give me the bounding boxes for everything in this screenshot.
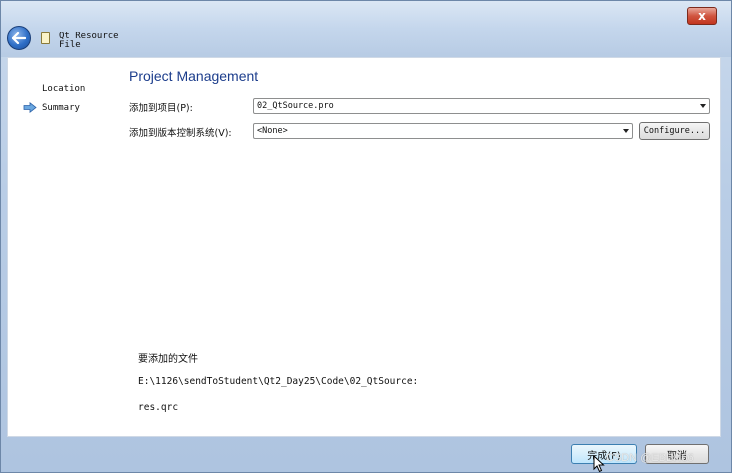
close-button[interactable]: x xyxy=(687,7,717,25)
chevron-down-icon xyxy=(700,104,706,108)
step-location: Location xyxy=(42,84,86,94)
file-list-item: res.qrc xyxy=(138,402,179,413)
configure-button[interactable]: Configure... xyxy=(639,122,710,140)
version-control-select-value: <None> xyxy=(257,126,288,136)
version-control-label: 添加到版本控制系统(V): xyxy=(129,128,232,139)
step-summary: Summary xyxy=(42,103,80,113)
wizard-steps: Location Summary xyxy=(8,58,120,436)
file-icon xyxy=(41,32,50,44)
current-step-arrow-icon xyxy=(23,102,37,113)
mouse-cursor-icon xyxy=(593,455,605,473)
back-arrow-icon xyxy=(12,32,26,44)
add-to-project-label: 添加到项目(P): xyxy=(129,103,193,114)
project-select[interactable]: 02_QtSource.pro xyxy=(253,98,710,114)
files-heading: 要添加的文件 xyxy=(138,354,198,365)
version-control-select[interactable]: <None> xyxy=(253,123,633,139)
page-title: Project Management xyxy=(129,68,259,84)
watermark: CSDN @EBBH66 xyxy=(606,452,694,464)
project-select-value: 02_QtSource.pro xyxy=(257,101,334,111)
wizard-content: Location Summary Project Management 添加到项… xyxy=(7,57,721,437)
chevron-down-icon xyxy=(623,129,629,133)
back-button[interactable] xyxy=(7,26,31,50)
files-path: E:\1126\sendToStudent\Qt2_Day25\Code\02_… xyxy=(138,376,419,387)
wizard-window: x Qt Resource File Location Summary Proj… xyxy=(0,0,732,473)
wizard-footer: 完成(F) 取消 CSDN @EBBH66 xyxy=(1,437,731,473)
title-bar: x Qt Resource File xyxy=(1,1,731,57)
window-title: Qt Resource File xyxy=(59,32,119,50)
close-icon: x xyxy=(698,9,706,23)
